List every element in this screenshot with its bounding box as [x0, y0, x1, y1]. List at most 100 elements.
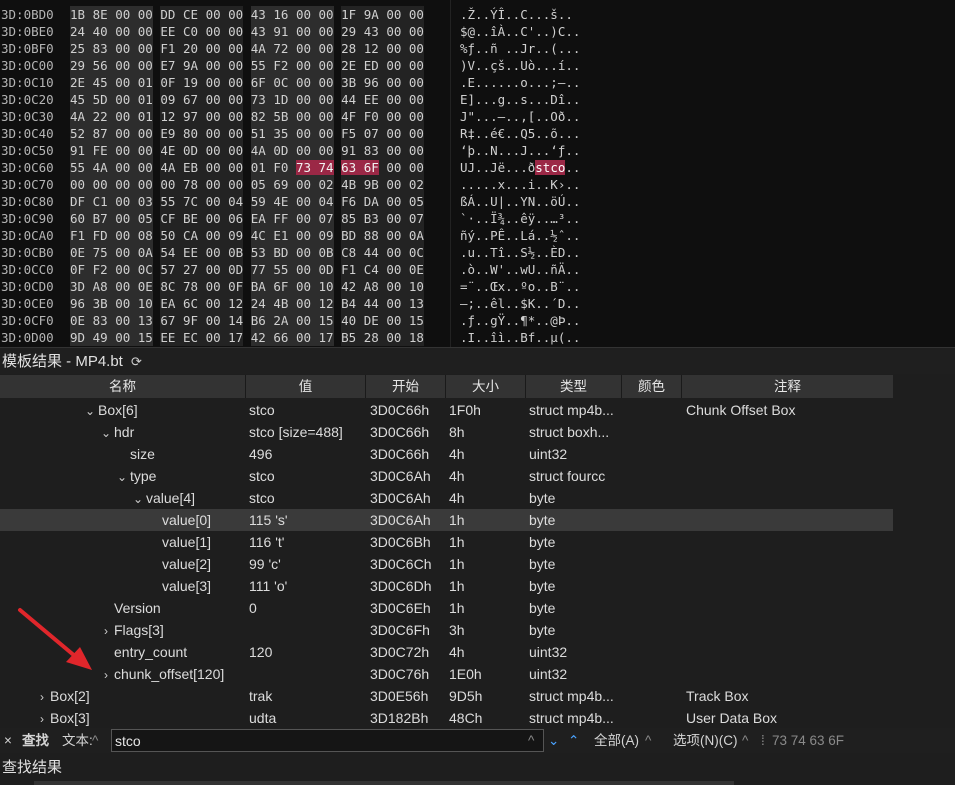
hex-byte[interactable]: 45	[70, 92, 85, 107]
hex-bytes[interactable]: 60 B7 00 05 CF BE 00 06 EA FF 00 07 85 B…	[70, 210, 424, 227]
hex-byte[interactable]: 09	[319, 228, 334, 243]
options-dropdown-icon[interactable]: ^	[742, 728, 748, 753]
hex-byte[interactable]: 00	[206, 177, 221, 192]
hex-byte[interactable]: 00	[115, 109, 130, 124]
hex-byte[interactable]: 00	[319, 24, 334, 39]
hex-byte[interactable]: 00	[319, 143, 334, 158]
hex-byte[interactable]: 15	[319, 313, 334, 328]
hex-byte[interactable]: 10	[409, 279, 424, 294]
hex-byte[interactable]: 00	[296, 262, 311, 277]
hex-byte[interactable]: 00	[206, 296, 221, 311]
hex-byte[interactable]: F1	[160, 41, 175, 56]
hex-bytes[interactable]: 3D A8 00 0E 8C 78 00 0F BA 6F 00 10 42 A…	[70, 278, 424, 295]
hex-byte[interactable]: 25	[70, 41, 85, 56]
hex-byte[interactable]: 0C	[138, 262, 153, 277]
hex-byte[interactable]: B5	[341, 330, 356, 345]
template-row[interactable]: size 496 3D0C66h 4h uint32	[0, 443, 893, 465]
hex-byte[interactable]: 00	[386, 313, 401, 328]
hex-byte[interactable]: 00	[228, 7, 243, 22]
hex-byte[interactable]: 42	[341, 279, 356, 294]
hex-byte[interactable]: EB	[183, 160, 198, 175]
hex-byte[interactable]: 00	[206, 24, 221, 39]
hex-ascii[interactable]: .ƒ..gŸ..¶*..@Þ..	[460, 312, 580, 329]
hex-byte[interactable]: 35	[273, 126, 288, 141]
hex-byte[interactable]: 87	[93, 126, 108, 141]
hex-byte[interactable]: BD	[273, 245, 288, 260]
hex-byte[interactable]: 59	[251, 194, 266, 209]
hex-byte[interactable]: 01	[251, 160, 266, 175]
hex-byte[interactable]: ED	[364, 58, 379, 73]
hex-byte[interactable]: 4A	[160, 160, 175, 175]
hex-byte[interactable]: 96	[364, 75, 379, 90]
hex-byte[interactable]: 83	[93, 313, 108, 328]
hex-byte[interactable]: 54	[160, 245, 175, 260]
hex-byte[interactable]: 00	[206, 279, 221, 294]
hex-byte[interactable]: 00	[115, 75, 130, 90]
hex-byte[interactable]: 0E	[138, 279, 153, 294]
hex-byte[interactable]: 3B	[93, 296, 108, 311]
hex-byte[interactable]: BA	[251, 279, 266, 294]
hex-byte[interactable]: 00	[160, 177, 175, 192]
column-header-color[interactable]: 颜色	[622, 375, 682, 398]
hex-byte[interactable]: 24	[251, 296, 266, 311]
expand-toggle-icon[interactable]: ›	[98, 664, 114, 685]
hex-byte[interactable]: 2E	[70, 75, 85, 90]
hex-byte[interactable]: 1F	[341, 7, 356, 22]
hex-byte[interactable]: 8E	[93, 7, 108, 22]
hex-byte[interactable]: 00	[115, 24, 130, 39]
hex-ascii[interactable]: .I..îì..Bf..µ(..	[460, 329, 580, 346]
hex-byte[interactable]: 00	[206, 228, 221, 243]
hex-byte[interactable]: 00	[115, 313, 130, 328]
hex-byte[interactable]: 6F	[363, 160, 379, 175]
hex-byte[interactable]: 00	[296, 313, 311, 328]
hex-byte[interactable]: 91	[341, 143, 356, 158]
template-row[interactable]: ⌄ Box[6] stco 3D0C66h 1F0h struct mp4b... Chun…	[0, 399, 893, 421]
hex-byte[interactable]: 00	[386, 92, 401, 107]
hex-byte[interactable]: 12	[319, 296, 334, 311]
template-row[interactable]: ⌄ hdr stco [size=488] 3D0C66h 8h struct boxh.…	[0, 421, 893, 443]
hex-byte[interactable]: 00	[115, 245, 130, 260]
hex-byte[interactable]: 00	[206, 143, 221, 158]
hex-bytes[interactable]: 00 00 00 00 00 78 00 00 05 69 00 02 4B 9…	[70, 176, 424, 193]
hex-byte[interactable]: 00	[115, 58, 130, 73]
hex-byte[interactable]: 43	[251, 7, 266, 22]
hex-byte[interactable]: 96	[70, 296, 85, 311]
hex-byte[interactable]: 00	[386, 75, 401, 90]
hex-byte[interactable]: EE	[160, 24, 175, 39]
hex-byte[interactable]: 00	[115, 194, 130, 209]
hex-ascii[interactable]: .Ž..ÝÎ..C...š..	[460, 6, 573, 23]
hex-byte[interactable]: 00	[386, 296, 401, 311]
find-mode-label[interactable]: 文本:	[62, 728, 93, 753]
hex-byte[interactable]: 01	[138, 75, 153, 90]
expand-toggle-icon[interactable]: ⌄	[114, 466, 130, 487]
hex-byte[interactable]: 44	[364, 296, 379, 311]
hex-bytes[interactable]: 45 5D 00 01 09 67 00 00 73 1D 00 00 44 E…	[70, 91, 424, 108]
hex-byte[interactable]: 55	[251, 58, 266, 73]
hex-bytes[interactable]: 0E 83 00 13 67 9F 00 14 B6 2A 00 15 40 D…	[70, 312, 424, 329]
hex-byte[interactable]: 00	[206, 58, 221, 73]
hex-byte[interactable]: A8	[364, 279, 379, 294]
hex-byte[interactable]: 00	[115, 228, 130, 243]
hex-byte[interactable]: 00	[386, 126, 401, 141]
hex-byte[interactable]: 45	[93, 75, 108, 90]
hex-byte[interactable]: F1	[70, 228, 85, 243]
hex-byte[interactable]: 00	[115, 126, 130, 141]
hex-bytes[interactable]: 0F F2 00 0C 57 27 00 0D 77 55 00 0D F1 C…	[70, 261, 424, 278]
hex-byte[interactable]: 00	[409, 160, 424, 175]
hex-byte[interactable]: 00	[115, 279, 130, 294]
expand-toggle-icon[interactable]: ⌄	[130, 488, 146, 509]
hex-byte[interactable]: 63	[341, 160, 357, 175]
template-row[interactable]: value[2] 99 'c' 3D0C6Ch 1h byte	[0, 553, 893, 575]
hex-byte[interactable]: 4B	[341, 177, 356, 192]
find-options-button[interactable]: 选项(N)(C)	[673, 728, 737, 753]
hex-byte[interactable]: 00	[138, 41, 153, 56]
hex-byte[interactable]: DE	[364, 313, 379, 328]
hex-ascii[interactable]: .....x...i..K›..	[460, 176, 580, 193]
hex-byte[interactable]: 28	[364, 330, 379, 345]
hex-byte[interactable]: 00	[409, 92, 424, 107]
expand-toggle-icon[interactable]: ⌄	[98, 422, 114, 443]
hex-ascii[interactable]: ñý..PÊ..Lá..½ˆ..	[460, 227, 580, 244]
hex-byte[interactable]: 69	[273, 177, 288, 192]
hex-byte[interactable]: B4	[341, 296, 356, 311]
hex-byte[interactable]: 0A	[138, 245, 153, 260]
